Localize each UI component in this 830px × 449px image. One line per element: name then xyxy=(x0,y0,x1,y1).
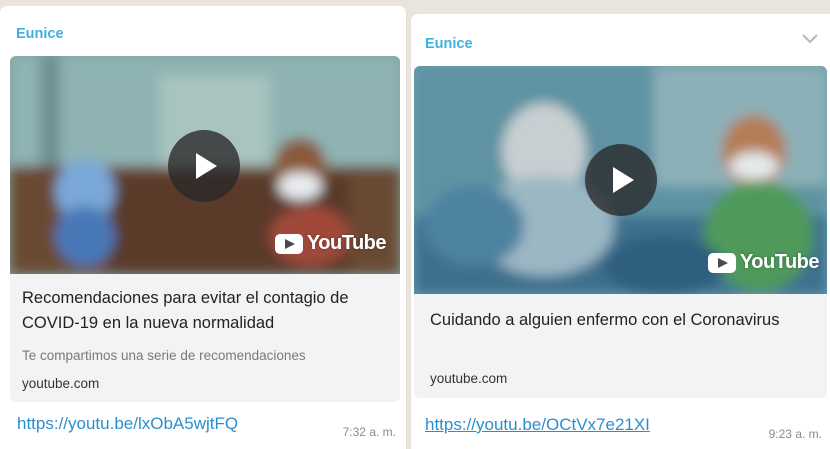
youtube-logo: YouTube xyxy=(707,251,820,274)
preview-domain: youtube.com xyxy=(430,371,508,386)
youtube-logo-icon xyxy=(707,252,736,273)
sender-name: Eunice xyxy=(425,36,473,52)
message-timestamp: 7:32 a. m. xyxy=(342,425,396,439)
video-thumbnail[interactable]: YouTube xyxy=(10,56,400,274)
youtube-logo-text: YouTube xyxy=(739,251,820,273)
preview-title: Cuidando a alguien enfermo con el Corona… xyxy=(430,311,780,329)
youtube-logo: YouTube xyxy=(274,232,387,255)
play-icon[interactable] xyxy=(585,144,657,216)
message-bubble: Eunice xyxy=(0,6,406,449)
message-link[interactable]: https://youtu.be/lxObA5wjtFQ xyxy=(17,414,238,434)
message-bubble: Eunice xyxy=(411,14,830,449)
preview-domain: youtube.com xyxy=(22,376,100,391)
play-icon[interactable] xyxy=(168,130,240,202)
link-preview-card[interactable]: YouTube Cuidando a alguien enfermo con e… xyxy=(414,66,827,398)
message-timestamp: 9:23 a. m. xyxy=(768,427,822,441)
preview-title: Recomendaciones para evitar el contagio … xyxy=(22,289,349,332)
preview-description: Te compartimos una serie de recomendacio… xyxy=(22,348,306,363)
link-preview-card[interactable]: YouTube Recomendaciones para evitar el c… xyxy=(10,56,400,402)
youtube-logo-text: YouTube xyxy=(306,232,387,254)
video-thumbnail[interactable]: YouTube xyxy=(414,66,827,294)
message-link[interactable]: https://youtu.be/OCtVx7e21XI xyxy=(425,415,650,435)
chevron-down-icon[interactable] xyxy=(800,32,820,46)
youtube-logo-icon xyxy=(274,233,303,254)
sender-name: Eunice xyxy=(16,26,64,42)
